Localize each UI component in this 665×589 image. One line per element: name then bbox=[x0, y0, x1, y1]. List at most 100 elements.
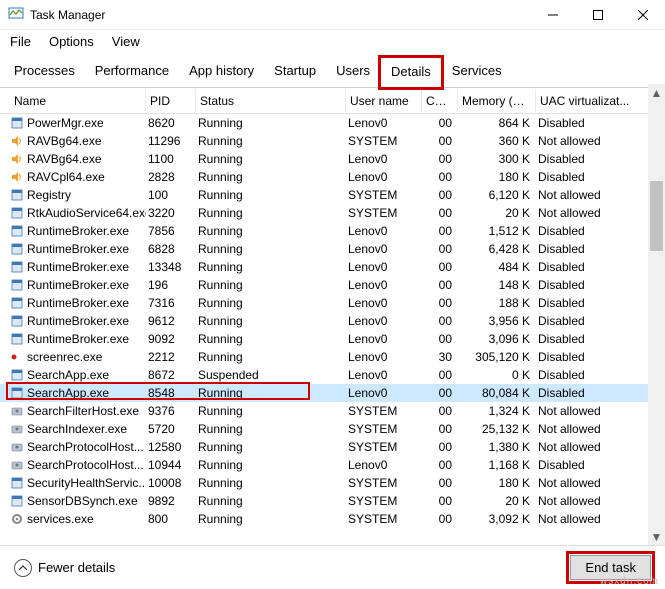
fewer-details-toggle[interactable]: Fewer details bbox=[14, 559, 115, 577]
process-memory: 0 K bbox=[458, 368, 536, 382]
process-cpu: 00 bbox=[422, 404, 458, 418]
process-icon bbox=[10, 314, 24, 328]
process-user: Lenov0 bbox=[346, 242, 422, 256]
process-pid: 9092 bbox=[146, 332, 196, 346]
tab-users[interactable]: Users bbox=[326, 57, 380, 87]
menubar: File Options View bbox=[0, 30, 665, 53]
table-row[interactable]: RuntimeBroker.exe9092RunningLenov0003,09… bbox=[0, 330, 665, 348]
tab-app-history[interactable]: App history bbox=[179, 57, 264, 87]
process-pid: 7856 bbox=[146, 224, 196, 238]
process-user: Lenov0 bbox=[346, 224, 422, 238]
process-icon bbox=[10, 332, 24, 346]
col-status[interactable]: Status bbox=[196, 90, 346, 112]
table-row[interactable]: SecurityHealthServic...10008RunningSYSTE… bbox=[0, 474, 665, 492]
table-row[interactable]: RtkAudioService64.exe3220RunningSYSTEM00… bbox=[0, 204, 665, 222]
process-uac: Disabled bbox=[536, 170, 661, 184]
table-row[interactable]: RAVBg64.exe11296RunningSYSTEM00360 KNot … bbox=[0, 132, 665, 150]
tab-details[interactable]: Details bbox=[380, 57, 442, 88]
table-row[interactable]: RuntimeBroker.exe13348RunningLenov000484… bbox=[0, 258, 665, 276]
col-cpu[interactable]: CPU bbox=[422, 90, 458, 112]
minimize-button[interactable] bbox=[530, 0, 575, 30]
process-user: Lenov0 bbox=[346, 350, 422, 364]
process-user: SYSTEM bbox=[346, 404, 422, 418]
process-cpu: 00 bbox=[422, 188, 458, 202]
process-pid: 11296 bbox=[146, 134, 196, 148]
process-pid: 8672 bbox=[146, 368, 196, 382]
tab-processes[interactable]: Processes bbox=[4, 57, 85, 87]
table-row[interactable]: SearchProtocolHost...10944RunningLenov00… bbox=[0, 456, 665, 474]
process-pid: 10944 bbox=[146, 458, 196, 472]
scroll-up-button[interactable]: ▲ bbox=[648, 84, 665, 101]
table-row[interactable]: Registry100RunningSYSTEM006,120 KNot all… bbox=[0, 186, 665, 204]
process-memory: 6,120 K bbox=[458, 188, 536, 202]
process-status: Suspended bbox=[196, 368, 346, 382]
table-row[interactable]: SearchFilterHost.exe9376RunningSYSTEM001… bbox=[0, 402, 665, 420]
tab-performance[interactable]: Performance bbox=[85, 57, 179, 87]
tab-startup[interactable]: Startup bbox=[264, 57, 326, 87]
process-status: Running bbox=[196, 278, 346, 292]
menu-view[interactable]: View bbox=[112, 34, 140, 49]
process-pid: 2212 bbox=[146, 350, 196, 364]
scroll-track[interactable] bbox=[648, 101, 665, 528]
process-name: SearchFilterHost.exe bbox=[27, 404, 139, 418]
process-icon bbox=[10, 494, 24, 508]
process-cpu: 00 bbox=[422, 458, 458, 472]
col-pid[interactable]: PID bbox=[146, 90, 196, 112]
col-memory[interactable]: Memory (a... bbox=[458, 90, 536, 112]
table-row[interactable]: SensorDBSynch.exe9892RunningSYSTEM0020 K… bbox=[0, 492, 665, 510]
process-status: Running bbox=[196, 458, 346, 472]
process-name: SensorDBSynch.exe bbox=[27, 494, 138, 508]
table-row[interactable]: PowerMgr.exe8620RunningLenov000864 KDisa… bbox=[0, 114, 665, 132]
scroll-thumb[interactable] bbox=[650, 181, 663, 251]
process-cpu: 00 bbox=[422, 116, 458, 130]
col-name[interactable]: Name bbox=[8, 90, 146, 112]
process-pid: 6828 bbox=[146, 242, 196, 256]
table-row[interactable]: RuntimeBroker.exe196RunningLenov000148 K… bbox=[0, 276, 665, 294]
table-row[interactable]: RuntimeBroker.exe7316RunningLenov000188 … bbox=[0, 294, 665, 312]
table-row[interactable]: SearchApp.exe8548RunningLenov00080,084 K… bbox=[0, 384, 665, 402]
maximize-button[interactable] bbox=[575, 0, 620, 30]
table-row[interactable]: SearchProtocolHost...12580RunningSYSTEM0… bbox=[0, 438, 665, 456]
col-user[interactable]: User name bbox=[346, 90, 422, 112]
vertical-scrollbar[interactable]: ▲ ▼ bbox=[648, 84, 665, 545]
process-user: SYSTEM bbox=[346, 494, 422, 508]
process-pid: 9612 bbox=[146, 314, 196, 328]
process-cpu: 00 bbox=[422, 386, 458, 400]
table-row[interactable]: SearchApp.exe8672SuspendedLenov0000 KDis… bbox=[0, 366, 665, 384]
process-status: Running bbox=[196, 494, 346, 508]
table-row[interactable]: RuntimeBroker.exe6828RunningLenov0006,42… bbox=[0, 240, 665, 258]
process-name: RuntimeBroker.exe bbox=[27, 296, 129, 310]
close-button[interactable] bbox=[620, 0, 665, 30]
menu-options[interactable]: Options bbox=[49, 34, 94, 49]
process-memory: 3,096 K bbox=[458, 332, 536, 346]
process-icon bbox=[10, 278, 24, 292]
process-pid: 10008 bbox=[146, 476, 196, 490]
process-status: Running bbox=[196, 188, 346, 202]
table-row[interactable]: RAVCpl64.exe2828RunningLenov000180 KDisa… bbox=[0, 168, 665, 186]
process-icon bbox=[10, 134, 24, 148]
process-user: Lenov0 bbox=[346, 278, 422, 292]
process-memory: 180 K bbox=[458, 170, 536, 184]
table-row[interactable]: SearchIndexer.exe5720RunningSYSTEM0025,1… bbox=[0, 420, 665, 438]
process-status: Running bbox=[196, 134, 346, 148]
table-row[interactable]: RuntimeBroker.exe7856RunningLenov0001,51… bbox=[0, 222, 665, 240]
col-uac[interactable]: UAC virtualizat... bbox=[536, 90, 661, 112]
tab-services[interactable]: Services bbox=[442, 57, 512, 87]
scroll-down-button[interactable]: ▼ bbox=[648, 528, 665, 545]
table-row[interactable]: RAVBg64.exe1100RunningLenov000300 KDisab… bbox=[0, 150, 665, 168]
process-icon bbox=[10, 188, 24, 202]
process-icon bbox=[10, 152, 24, 166]
process-pid: 8620 bbox=[146, 116, 196, 130]
table-row[interactable]: RuntimeBroker.exe9612RunningLenov0003,95… bbox=[0, 312, 665, 330]
menu-file[interactable]: File bbox=[10, 34, 31, 49]
process-status: Running bbox=[196, 440, 346, 454]
table-row[interactable]: screenrec.exe2212RunningLenov030305,120 … bbox=[0, 348, 665, 366]
process-status: Running bbox=[196, 260, 346, 274]
process-uac: Disabled bbox=[536, 296, 661, 310]
process-uac: Disabled bbox=[536, 278, 661, 292]
task-manager-icon bbox=[8, 5, 24, 24]
details-grid: Name PID Status User name CPU Memory (a.… bbox=[0, 88, 665, 528]
table-row[interactable]: services.exe800RunningSYSTEM003,092 KNot… bbox=[0, 510, 665, 528]
process-icon bbox=[10, 476, 24, 490]
process-cpu: 00 bbox=[422, 206, 458, 220]
